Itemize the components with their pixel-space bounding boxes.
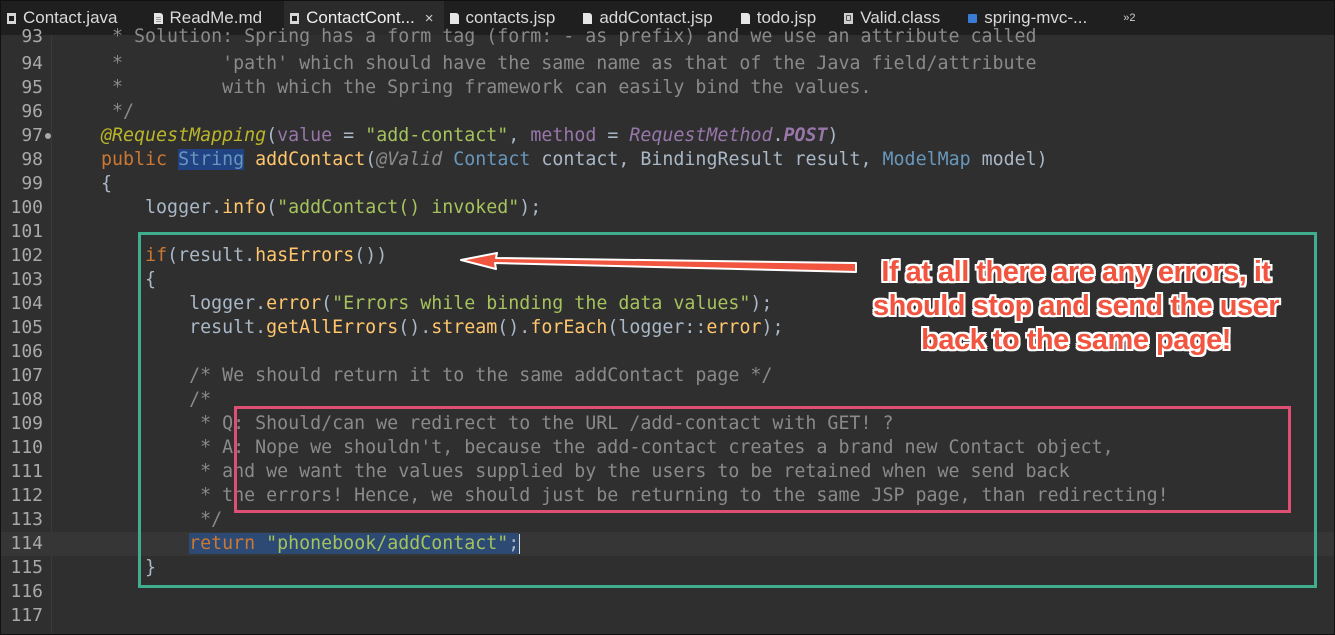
code-text: logger.info("addContact() invoked");	[57, 197, 542, 218]
code-text: * the errors! Hence, we should just be r…	[57, 485, 1169, 506]
jsp-file-icon	[583, 12, 593, 24]
code-text: * A: Nope we shouldn't, because the add-…	[57, 437, 1114, 458]
code-text: */	[57, 509, 223, 530]
override-marker-icon	[45, 133, 51, 139]
line-number: 116	[10, 581, 43, 602]
line-number: 102	[10, 245, 43, 266]
code-line: 101	[1, 220, 1334, 244]
java-file-icon	[290, 12, 300, 24]
code-text: @RequestMapping(value = "add-contact", m…	[101, 125, 839, 146]
code-line: 100 logger.info("addContact() invoked");	[1, 196, 1334, 220]
jsp-file-icon	[740, 12, 751, 24]
code-line: 108 /*	[1, 388, 1334, 412]
line-number: 100	[10, 197, 43, 218]
tab-overflow-count: »2	[1123, 12, 1136, 24]
code-line: 111 * and we want the values supplied by…	[1, 460, 1334, 484]
code-text: /*	[57, 389, 212, 410]
editor-window: Contact.java ReadMe.md ContactCont... × c…	[0, 0, 1335, 635]
code-line: 110 * A: Nope we shouldn't, because the …	[1, 436, 1334, 460]
markdown-file-icon	[153, 12, 164, 24]
line-number: 106	[10, 341, 43, 362]
callout-annotation-text: If at all there are any errors, it shoul…	[872, 256, 1280, 356]
code-text: * 'path' which should have the same name…	[57, 53, 1037, 74]
text-caret	[519, 534, 521, 554]
line-number: 101	[10, 221, 43, 242]
line-number: 115	[10, 557, 43, 578]
code-line: 107 /* We should return it to the same a…	[1, 364, 1334, 388]
code-line: 98 public String addContact(@Valid Conta…	[1, 148, 1334, 172]
code-line: 115 }	[1, 556, 1334, 580]
code-line: 116	[1, 580, 1334, 604]
code-text: if(result.hasErrors())	[145, 245, 388, 266]
code-text: * Solution: Spring has a form tag (form:…	[57, 26, 1037, 47]
line-number: 113	[10, 509, 43, 530]
line-number: 107	[10, 365, 43, 386]
line-number: 94	[21, 53, 43, 74]
jsp-file-icon	[449, 12, 460, 24]
code-text: return "phonebook/addContact";	[189, 533, 521, 554]
line-number: 93	[21, 26, 43, 47]
code-line: 99 {	[1, 172, 1334, 196]
line-number: 104	[10, 293, 43, 314]
code-text: {	[57, 269, 157, 290]
code-line: 97 @RequestMapping(value = "add-contact"…	[1, 124, 1334, 148]
code-line: 112 * the errors! Hence, we should just …	[1, 484, 1334, 508]
code-text: * Q: Should/can we redirect to the URL /…	[57, 413, 894, 434]
code-line: 93 * Solution: Spring has a form tag (fo…	[1, 25, 1334, 49]
line-number: 117	[10, 605, 43, 626]
java-file-icon	[7, 12, 17, 24]
line-number: 96	[21, 101, 43, 122]
code-line: 113 */	[1, 508, 1334, 532]
code-text: */	[57, 101, 135, 122]
line-number: 110	[10, 437, 43, 458]
code-text: result.getAllErrors().stream().forEach(l…	[57, 317, 784, 338]
line-number: 112	[10, 485, 43, 506]
code-line: 94 * 'path' which should have the same n…	[1, 52, 1334, 76]
code-text: logger.error("Errors while binding the d…	[57, 293, 773, 314]
code-text: }	[57, 557, 157, 578]
line-number: 97	[21, 125, 43, 146]
class-file-icon	[844, 12, 854, 24]
line-number: 114	[10, 533, 43, 554]
line-number: 98	[21, 149, 43, 170]
web-file-icon	[968, 13, 978, 24]
close-icon[interactable]: ×	[425, 10, 434, 27]
code-line-current: 114 return "phonebook/addContact";	[1, 532, 1334, 556]
code-text: * and we want the values supplied by the…	[57, 461, 1070, 482]
code-text: /* We should return it to the same addCo…	[57, 365, 773, 386]
line-number: 111	[10, 461, 43, 482]
line-number: 105	[10, 317, 43, 338]
code-text: public String addContact(@Valid Contact …	[101, 149, 1048, 170]
code-line: 117	[1, 604, 1334, 628]
code-line: 96 */	[1, 100, 1334, 124]
code-text: * with which the Spring framework can ea…	[57, 77, 872, 98]
code-line: 109 * Q: Should/can we redirect to the U…	[1, 412, 1334, 436]
line-number: 95	[21, 77, 43, 98]
line-number: 108	[10, 389, 43, 410]
line-number: 103	[10, 269, 43, 290]
code-line: 95 * with which the Spring framework can…	[1, 76, 1334, 100]
line-number: 109	[10, 413, 43, 434]
code-text: {	[57, 173, 113, 194]
line-number: 99	[21, 173, 43, 194]
